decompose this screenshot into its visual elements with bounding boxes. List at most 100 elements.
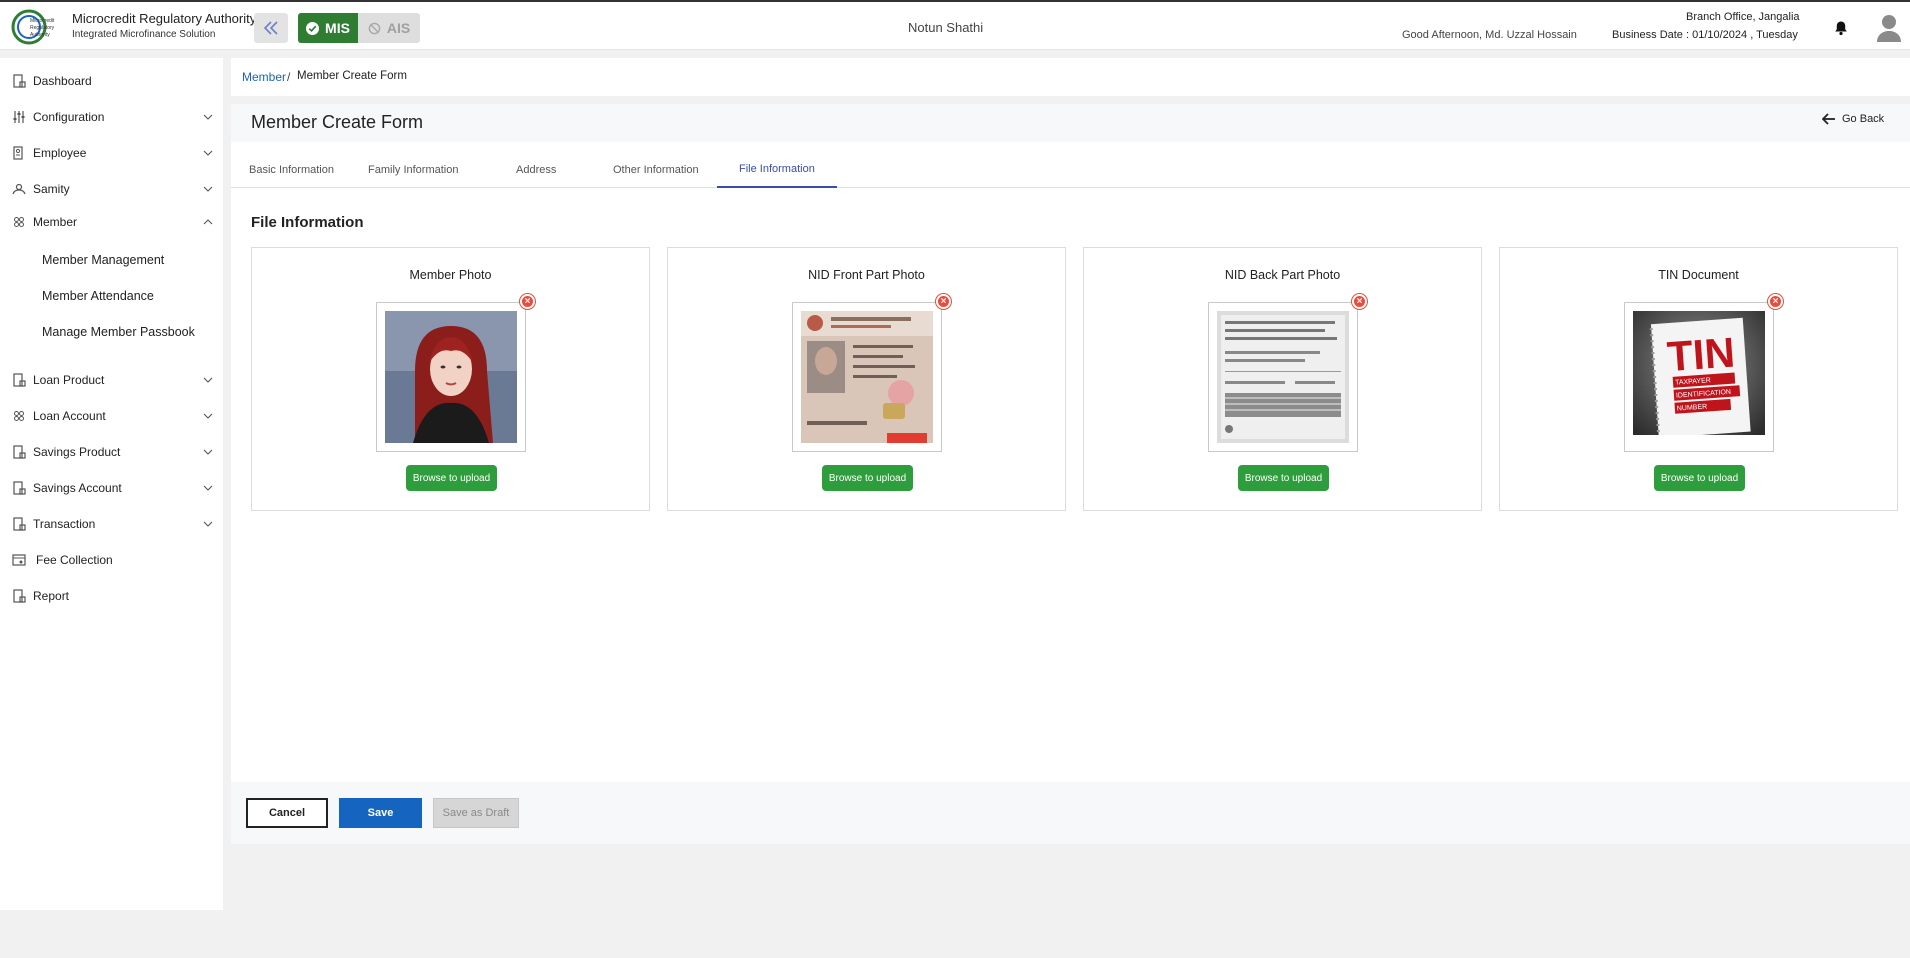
cancel-button[interactable]: Cancel <box>246 798 328 828</box>
arrow-left-icon <box>1822 113 1835 125</box>
tab-basic-information[interactable]: Basic Information <box>249 152 334 188</box>
sidebar-sub-member-management[interactable]: Member Management <box>42 253 164 267</box>
browse-upload-button[interactable]: Browse to upload <box>822 465 913 491</box>
loan-account-icon <box>14 411 24 421</box>
branch-name: Branch Office, Jangalia <box>1686 11 1800 23</box>
samity-icon <box>12 183 26 195</box>
remove-image-button[interactable]: × <box>1768 294 1783 309</box>
sidebar-item-label: Employee <box>33 146 87 160</box>
mode-toggle: MIS AIS <box>298 13 420 43</box>
report-icon <box>13 589 26 603</box>
sidebar-item-loan-account[interactable]: Loan Account <box>0 401 223 431</box>
sidebar-item-samity[interactable]: Samity <box>0 174 223 204</box>
tab-file-information[interactable]: File Information <box>717 152 837 188</box>
form-content: Basic Information Family Information Add… <box>231 142 1910 782</box>
chevron-down-icon <box>203 186 213 192</box>
mode-ais-label: AIS <box>386 20 411 36</box>
sidebar-item-label: Savings Product <box>33 445 121 459</box>
sidebar-item-transaction[interactable]: Transaction <box>0 509 223 539</box>
sidebar-item-label: Configuration <box>33 110 105 124</box>
section-title: File Information <box>251 214 364 231</box>
employee-icon <box>13 146 23 160</box>
breadcrumb-current: Member Create Form <box>297 70 407 82</box>
upload-card-tin-document: TIN Document TIN TAXPAYER IDENTIFICATION… <box>1499 247 1898 511</box>
form-tabs: Basic Information Family Information Add… <box>231 152 1910 188</box>
bell-icon[interactable] <box>1834 20 1848 36</box>
save-as-draft-button[interactable]: Save as Draft <box>433 798 519 828</box>
sidebar-item-label: Savings Account <box>33 481 122 495</box>
image-preview <box>792 302 942 452</box>
mode-mis-button[interactable]: MIS <box>298 13 358 43</box>
savings-account-icon <box>13 481 26 495</box>
sidebar-item-savings-account[interactable]: Savings Account <box>0 473 223 503</box>
sidebar-item-label: Samity <box>33 182 70 196</box>
tab-other-information[interactable]: Other Information <box>613 152 699 188</box>
go-back-button[interactable]: Go Back <box>1822 113 1884 125</box>
fee-icon <box>12 554 26 566</box>
card-title: TIN Document <box>1658 268 1739 282</box>
breadcrumb-member-link[interactable]: Member <box>242 70 286 84</box>
sidebar-item-employee[interactable]: Employee <box>0 138 223 168</box>
dashboard-icon <box>13 74 26 88</box>
browse-upload-button[interactable]: Browse to upload <box>406 465 497 491</box>
nid-back-image <box>1217 311 1349 443</box>
sidebar-item-label: Dashboard <box>33 74 92 88</box>
sidebar-sub-member-attendance[interactable]: Member Attendance <box>42 289 154 303</box>
chevron-up-icon <box>203 219 213 225</box>
remove-image-button[interactable]: × <box>936 294 951 309</box>
user-avatar-icon[interactable] <box>1876 14 1902 42</box>
save-button[interactable]: Save <box>339 798 422 828</box>
browse-upload-button[interactable]: Browse to upload <box>1238 465 1329 491</box>
mode-mis-label: MIS <box>325 20 350 36</box>
tin-document-image: TIN TAXPAYER IDENTIFICATION NUMBER <box>1633 311 1765 443</box>
chevron-down-icon <box>203 114 213 120</box>
close-icon: × <box>940 296 947 307</box>
upload-card-member-photo: Member Photo × Browse to upload <box>251 247 650 511</box>
go-back-label: Go Back <box>1842 113 1885 125</box>
brand-title: Microcredit Regulatory Authority <box>72 11 257 26</box>
member-icon <box>14 217 24 227</box>
card-title: Member Photo <box>409 268 492 282</box>
remove-image-button[interactable]: × <box>520 294 535 309</box>
top-header: Microcredit Regulatory Authority Microcr… <box>0 0 1910 50</box>
organization-name: Notun Shathi <box>908 20 984 35</box>
svg-text:Regulatory: Regulatory <box>30 25 55 31</box>
check-circle-icon <box>306 21 320 35</box>
collapse-sidebar-button[interactable] <box>254 13 288 43</box>
svg-text:Microcredit: Microcredit <box>30 18 55 24</box>
sidebar-item-label: Report <box>33 589 70 603</box>
tab-address[interactable]: Address <box>516 152 556 188</box>
upload-card-nid-back: NID Back Part Photo × Browse to upload <box>1083 247 1482 511</box>
tin-big-text: TIN <box>1666 328 1737 380</box>
double-chevron-left-icon <box>263 21 278 35</box>
mode-ais-button[interactable]: AIS <box>358 13 420 43</box>
sliders-icon <box>13 111 25 123</box>
brand-subtitle: Integrated Microfinance Solution <box>72 29 216 40</box>
chevron-down-icon <box>203 377 213 383</box>
sidebar-item-dashboard[interactable]: Dashboard <box>0 66 223 96</box>
sidebar-item-label: Fee Collection <box>36 553 113 567</box>
form-actions: Cancel Save Save as Draft <box>231 782 1910 844</box>
block-icon <box>368 22 381 34</box>
sidebar-item-report[interactable]: Report <box>0 581 223 611</box>
chevron-down-icon <box>203 413 213 419</box>
sidebar-item-fee-collection[interactable]: Fee Collection <box>0 545 223 575</box>
transaction-icon <box>13 517 26 531</box>
upload-card-nid-front: NID Front Part Photo × Browse to upload <box>667 247 1066 511</box>
savings-product-icon <box>13 445 26 459</box>
sidebar-item-configuration[interactable]: Configuration <box>0 102 223 132</box>
svg-text:Authority: Authority <box>30 32 50 38</box>
member-photo-image <box>385 311 517 443</box>
breadcrumb: Member / Member Create Form <box>231 58 1910 96</box>
sidebar-sub-manage-member-passbook[interactable]: Manage Member Passbook <box>42 325 195 339</box>
sidebar-item-savings-product[interactable]: Savings Product <box>0 437 223 467</box>
tab-family-information[interactable]: Family Information <box>368 152 458 188</box>
close-icon: × <box>1772 296 1779 307</box>
remove-image-button[interactable]: × <box>1352 294 1367 309</box>
browse-upload-button[interactable]: Browse to upload <box>1654 465 1745 491</box>
sidebar-item-member[interactable]: Member <box>0 207 223 237</box>
card-title: NID Back Part Photo <box>1224 268 1341 282</box>
loan-product-icon <box>13 373 26 387</box>
sidebar-item-loan-product[interactable]: Loan Product <box>0 365 223 395</box>
page-title: Member Create Form <box>251 112 424 132</box>
